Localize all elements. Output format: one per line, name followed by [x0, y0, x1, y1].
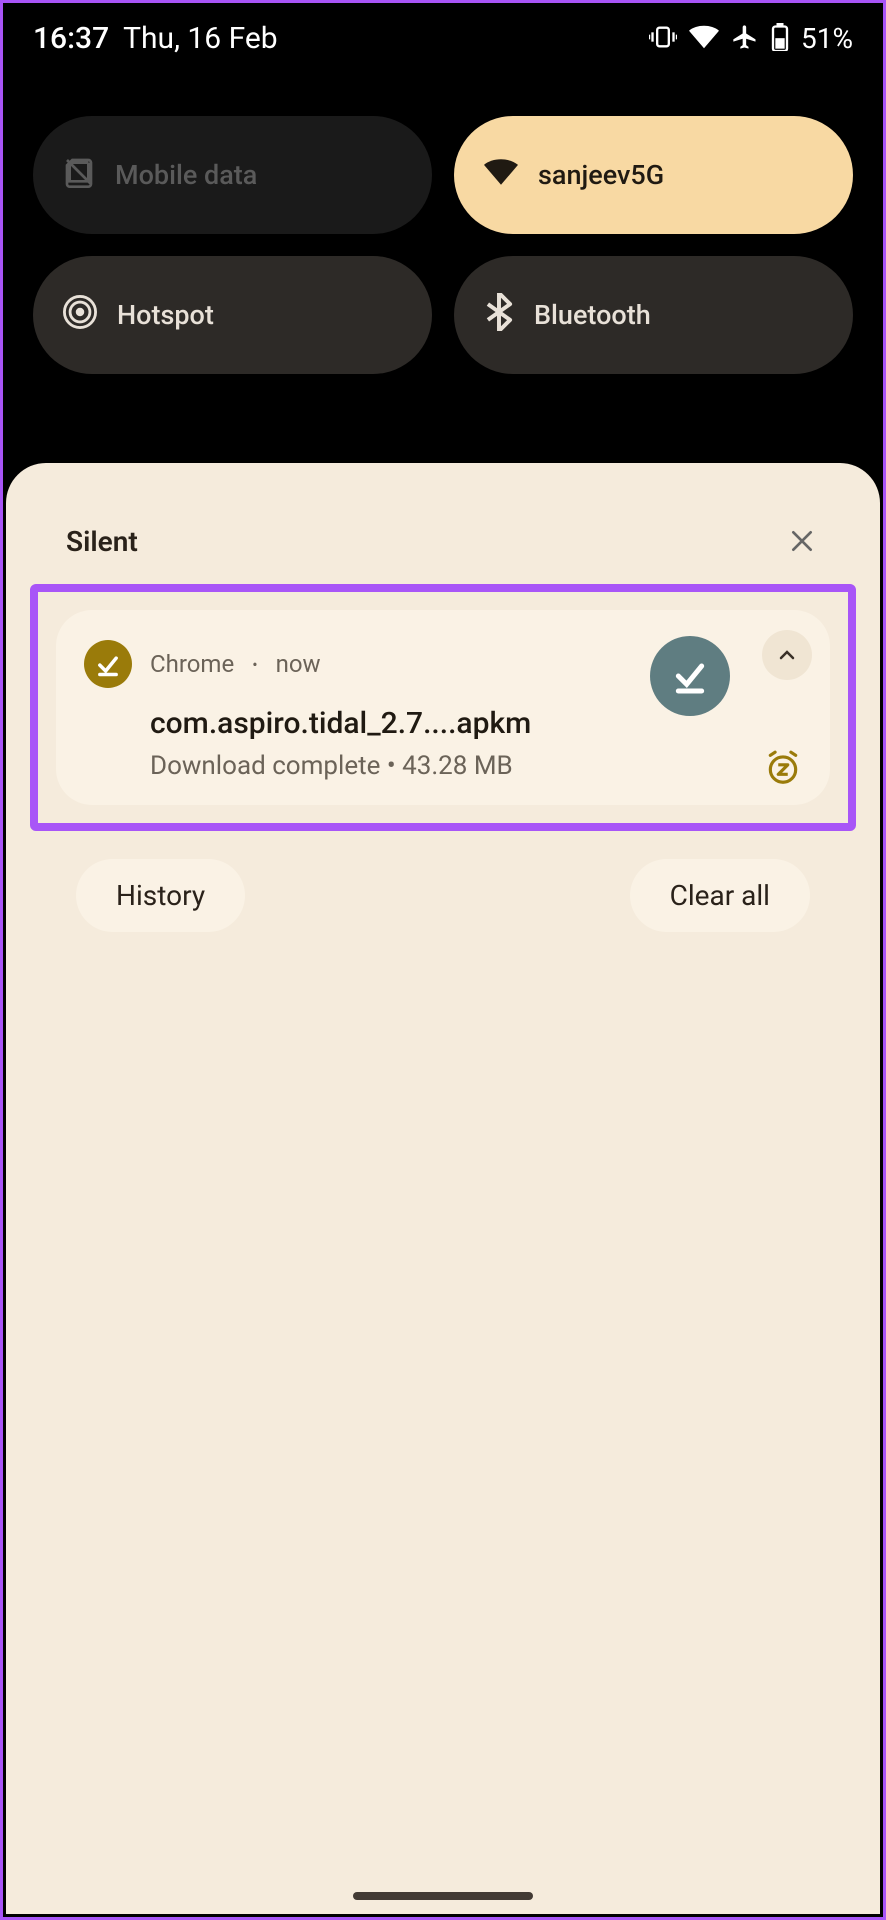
qs-tile-label: Mobile data	[115, 159, 257, 191]
notification-card[interactable]: Chrome • now com.aspiro.tidal_2.7....apk…	[56, 610, 830, 805]
status-left: 16:37 Thu, 16 Feb	[33, 21, 278, 56]
wifi-icon	[689, 25, 719, 53]
qs-tile-label: Bluetooth	[534, 299, 651, 331]
close-section-button[interactable]	[784, 523, 820, 559]
status-time: 16:37	[33, 21, 109, 56]
nav-handle[interactable]	[353, 1892, 533, 1900]
collapse-button[interactable]	[762, 630, 812, 680]
status-right: 51%	[649, 22, 853, 55]
shade-actions: History Clear all	[26, 831, 860, 932]
download-complete-icon	[84, 640, 132, 688]
quick-settings: Mobile data sanjeev5G Hotspot Bluetooth	[3, 76, 883, 456]
status-date: Thu, 16 Feb	[123, 21, 278, 56]
vibrate-icon	[649, 25, 677, 53]
notification-title: com.aspiro.tidal_2.7....apkm	[150, 706, 682, 741]
section-header: Silent	[26, 523, 860, 584]
separator-dot: •	[252, 655, 257, 674]
notification-subtitle: Download complete • 43.28 MB	[150, 751, 682, 781]
qs-tile-label: sanjeev5G	[538, 159, 664, 191]
notification-app-name: Chrome	[150, 650, 234, 678]
notification-shade: Silent Chrome • now com.aspiro.tidal_2.7…	[6, 463, 880, 1914]
notification-content: com.aspiro.tidal_2.7....apkm Download co…	[84, 706, 802, 781]
snooze-icon[interactable]	[762, 747, 804, 789]
highlight-annotation: Chrome • now com.aspiro.tidal_2.7....apk…	[30, 584, 856, 831]
qs-tile-mobile-data[interactable]: Mobile data	[33, 116, 432, 234]
qs-tile-bluetooth[interactable]: Bluetooth	[454, 256, 853, 374]
download-badge-icon	[650, 636, 730, 716]
section-title: Silent	[66, 525, 138, 558]
hotspot-icon	[63, 295, 97, 336]
qs-tile-hotspot[interactable]: Hotspot	[33, 256, 432, 374]
battery-icon	[771, 23, 789, 55]
airplane-icon	[731, 23, 759, 55]
no-sim-icon	[63, 156, 95, 195]
history-button[interactable]: History	[76, 859, 245, 932]
battery-percentage: 51%	[801, 22, 853, 55]
wifi-icon	[484, 159, 518, 192]
bluetooth-icon	[484, 293, 514, 338]
status-bar: 16:37 Thu, 16 Feb 51%	[3, 3, 883, 76]
qs-tile-label: Hotspot	[117, 299, 214, 331]
clear-all-button[interactable]: Clear all	[630, 859, 810, 932]
qs-tile-wifi[interactable]: sanjeev5G	[454, 116, 853, 234]
notification-time: now	[276, 650, 321, 678]
